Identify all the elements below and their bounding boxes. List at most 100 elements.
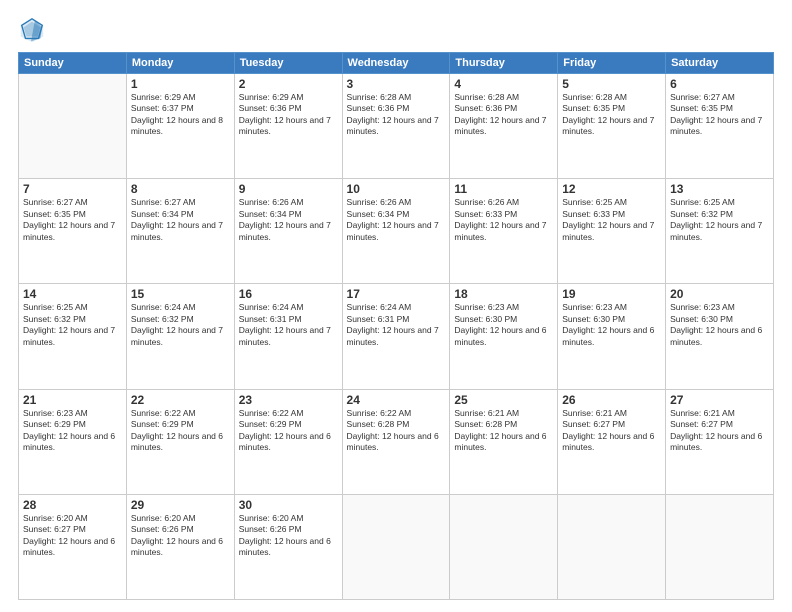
day-number: 9 [239, 182, 338, 196]
week-row-2: 7 Sunrise: 6:27 AM Sunset: 6:35 PM Dayli… [19, 179, 774, 284]
calendar-table: SundayMondayTuesdayWednesdayThursdayFrid… [18, 52, 774, 600]
calendar-cell: 6 Sunrise: 6:27 AM Sunset: 6:35 PM Dayli… [666, 74, 774, 179]
day-number: 6 [670, 77, 769, 91]
cell-info: Sunrise: 6:27 AM Sunset: 6:34 PM Dayligh… [131, 197, 230, 243]
day-number: 28 [23, 498, 122, 512]
calendar-cell: 17 Sunrise: 6:24 AM Sunset: 6:31 PM Dayl… [342, 284, 450, 389]
day-number: 8 [131, 182, 230, 196]
cell-info: Sunrise: 6:24 AM Sunset: 6:31 PM Dayligh… [347, 302, 446, 348]
day-number: 26 [562, 393, 661, 407]
cell-info: Sunrise: 6:28 AM Sunset: 6:35 PM Dayligh… [562, 92, 661, 138]
day-number: 15 [131, 287, 230, 301]
cell-info: Sunrise: 6:25 AM Sunset: 6:32 PM Dayligh… [23, 302, 122, 348]
day-number: 24 [347, 393, 446, 407]
cell-info: Sunrise: 6:27 AM Sunset: 6:35 PM Dayligh… [23, 197, 122, 243]
day-number: 17 [347, 287, 446, 301]
day-number: 11 [454, 182, 553, 196]
day-number: 20 [670, 287, 769, 301]
calendar-cell: 26 Sunrise: 6:21 AM Sunset: 6:27 PM Dayl… [558, 389, 666, 494]
calendar-cell: 23 Sunrise: 6:22 AM Sunset: 6:29 PM Dayl… [234, 389, 342, 494]
cell-info: Sunrise: 6:20 AM Sunset: 6:26 PM Dayligh… [131, 513, 230, 559]
calendar-cell: 4 Sunrise: 6:28 AM Sunset: 6:36 PM Dayli… [450, 74, 558, 179]
weekday-monday: Monday [126, 53, 234, 74]
cell-info: Sunrise: 6:22 AM Sunset: 6:28 PM Dayligh… [347, 408, 446, 454]
page: SundayMondayTuesdayWednesdayThursdayFrid… [0, 0, 792, 612]
calendar-cell [342, 494, 450, 599]
cell-info: Sunrise: 6:21 AM Sunset: 6:27 PM Dayligh… [670, 408, 769, 454]
logo-icon [18, 16, 46, 44]
day-number: 23 [239, 393, 338, 407]
day-number: 5 [562, 77, 661, 91]
cell-info: Sunrise: 6:23 AM Sunset: 6:29 PM Dayligh… [23, 408, 122, 454]
day-number: 13 [670, 182, 769, 196]
calendar-cell: 12 Sunrise: 6:25 AM Sunset: 6:33 PM Dayl… [558, 179, 666, 284]
calendar-cell: 13 Sunrise: 6:25 AM Sunset: 6:32 PM Dayl… [666, 179, 774, 284]
calendar-cell: 14 Sunrise: 6:25 AM Sunset: 6:32 PM Dayl… [19, 284, 127, 389]
calendar-cell: 9 Sunrise: 6:26 AM Sunset: 6:34 PM Dayli… [234, 179, 342, 284]
calendar-cell [666, 494, 774, 599]
day-number: 19 [562, 287, 661, 301]
weekday-header-row: SundayMondayTuesdayWednesdayThursdayFrid… [19, 53, 774, 74]
cell-info: Sunrise: 6:26 AM Sunset: 6:34 PM Dayligh… [239, 197, 338, 243]
day-number: 30 [239, 498, 338, 512]
cell-info: Sunrise: 6:25 AM Sunset: 6:32 PM Dayligh… [670, 197, 769, 243]
calendar-cell [19, 74, 127, 179]
weekday-friday: Friday [558, 53, 666, 74]
calendar-cell [450, 494, 558, 599]
calendar-cell: 7 Sunrise: 6:27 AM Sunset: 6:35 PM Dayli… [19, 179, 127, 284]
calendar-cell: 29 Sunrise: 6:20 AM Sunset: 6:26 PM Dayl… [126, 494, 234, 599]
day-number: 3 [347, 77, 446, 91]
header [18, 16, 774, 44]
cell-info: Sunrise: 6:24 AM Sunset: 6:31 PM Dayligh… [239, 302, 338, 348]
cell-info: Sunrise: 6:26 AM Sunset: 6:33 PM Dayligh… [454, 197, 553, 243]
cell-info: Sunrise: 6:20 AM Sunset: 6:27 PM Dayligh… [23, 513, 122, 559]
calendar-cell: 19 Sunrise: 6:23 AM Sunset: 6:30 PM Dayl… [558, 284, 666, 389]
cell-info: Sunrise: 6:29 AM Sunset: 6:36 PM Dayligh… [239, 92, 338, 138]
calendar-cell: 22 Sunrise: 6:22 AM Sunset: 6:29 PM Dayl… [126, 389, 234, 494]
logo [18, 16, 50, 44]
calendar-cell: 2 Sunrise: 6:29 AM Sunset: 6:36 PM Dayli… [234, 74, 342, 179]
calendar-cell: 27 Sunrise: 6:21 AM Sunset: 6:27 PM Dayl… [666, 389, 774, 494]
cell-info: Sunrise: 6:27 AM Sunset: 6:35 PM Dayligh… [670, 92, 769, 138]
weekday-sunday: Sunday [19, 53, 127, 74]
cell-info: Sunrise: 6:23 AM Sunset: 6:30 PM Dayligh… [670, 302, 769, 348]
weekday-saturday: Saturday [666, 53, 774, 74]
calendar-cell: 18 Sunrise: 6:23 AM Sunset: 6:30 PM Dayl… [450, 284, 558, 389]
calendar-cell: 11 Sunrise: 6:26 AM Sunset: 6:33 PM Dayl… [450, 179, 558, 284]
cell-info: Sunrise: 6:22 AM Sunset: 6:29 PM Dayligh… [239, 408, 338, 454]
cell-info: Sunrise: 6:28 AM Sunset: 6:36 PM Dayligh… [454, 92, 553, 138]
day-number: 21 [23, 393, 122, 407]
calendar-cell: 24 Sunrise: 6:22 AM Sunset: 6:28 PM Dayl… [342, 389, 450, 494]
weekday-thursday: Thursday [450, 53, 558, 74]
cell-info: Sunrise: 6:23 AM Sunset: 6:30 PM Dayligh… [562, 302, 661, 348]
cell-info: Sunrise: 6:24 AM Sunset: 6:32 PM Dayligh… [131, 302, 230, 348]
calendar-cell: 21 Sunrise: 6:23 AM Sunset: 6:29 PM Dayl… [19, 389, 127, 494]
calendar-cell: 3 Sunrise: 6:28 AM Sunset: 6:36 PM Dayli… [342, 74, 450, 179]
cell-info: Sunrise: 6:25 AM Sunset: 6:33 PM Dayligh… [562, 197, 661, 243]
day-number: 27 [670, 393, 769, 407]
calendar-cell: 8 Sunrise: 6:27 AM Sunset: 6:34 PM Dayli… [126, 179, 234, 284]
calendar-cell: 20 Sunrise: 6:23 AM Sunset: 6:30 PM Dayl… [666, 284, 774, 389]
day-number: 25 [454, 393, 553, 407]
cell-info: Sunrise: 6:22 AM Sunset: 6:29 PM Dayligh… [131, 408, 230, 454]
day-number: 2 [239, 77, 338, 91]
weekday-wednesday: Wednesday [342, 53, 450, 74]
cell-info: Sunrise: 6:21 AM Sunset: 6:28 PM Dayligh… [454, 408, 553, 454]
cell-info: Sunrise: 6:20 AM Sunset: 6:26 PM Dayligh… [239, 513, 338, 559]
day-number: 18 [454, 287, 553, 301]
day-number: 12 [562, 182, 661, 196]
calendar-cell: 25 Sunrise: 6:21 AM Sunset: 6:28 PM Dayl… [450, 389, 558, 494]
day-number: 29 [131, 498, 230, 512]
day-number: 1 [131, 77, 230, 91]
day-number: 16 [239, 287, 338, 301]
week-row-4: 21 Sunrise: 6:23 AM Sunset: 6:29 PM Dayl… [19, 389, 774, 494]
calendar-cell: 15 Sunrise: 6:24 AM Sunset: 6:32 PM Dayl… [126, 284, 234, 389]
calendar-cell: 16 Sunrise: 6:24 AM Sunset: 6:31 PM Dayl… [234, 284, 342, 389]
week-row-1: 1 Sunrise: 6:29 AM Sunset: 6:37 PM Dayli… [19, 74, 774, 179]
calendar-cell: 1 Sunrise: 6:29 AM Sunset: 6:37 PM Dayli… [126, 74, 234, 179]
week-row-5: 28 Sunrise: 6:20 AM Sunset: 6:27 PM Dayl… [19, 494, 774, 599]
calendar-cell: 5 Sunrise: 6:28 AM Sunset: 6:35 PM Dayli… [558, 74, 666, 179]
cell-info: Sunrise: 6:26 AM Sunset: 6:34 PM Dayligh… [347, 197, 446, 243]
calendar-cell: 10 Sunrise: 6:26 AM Sunset: 6:34 PM Dayl… [342, 179, 450, 284]
day-number: 10 [347, 182, 446, 196]
